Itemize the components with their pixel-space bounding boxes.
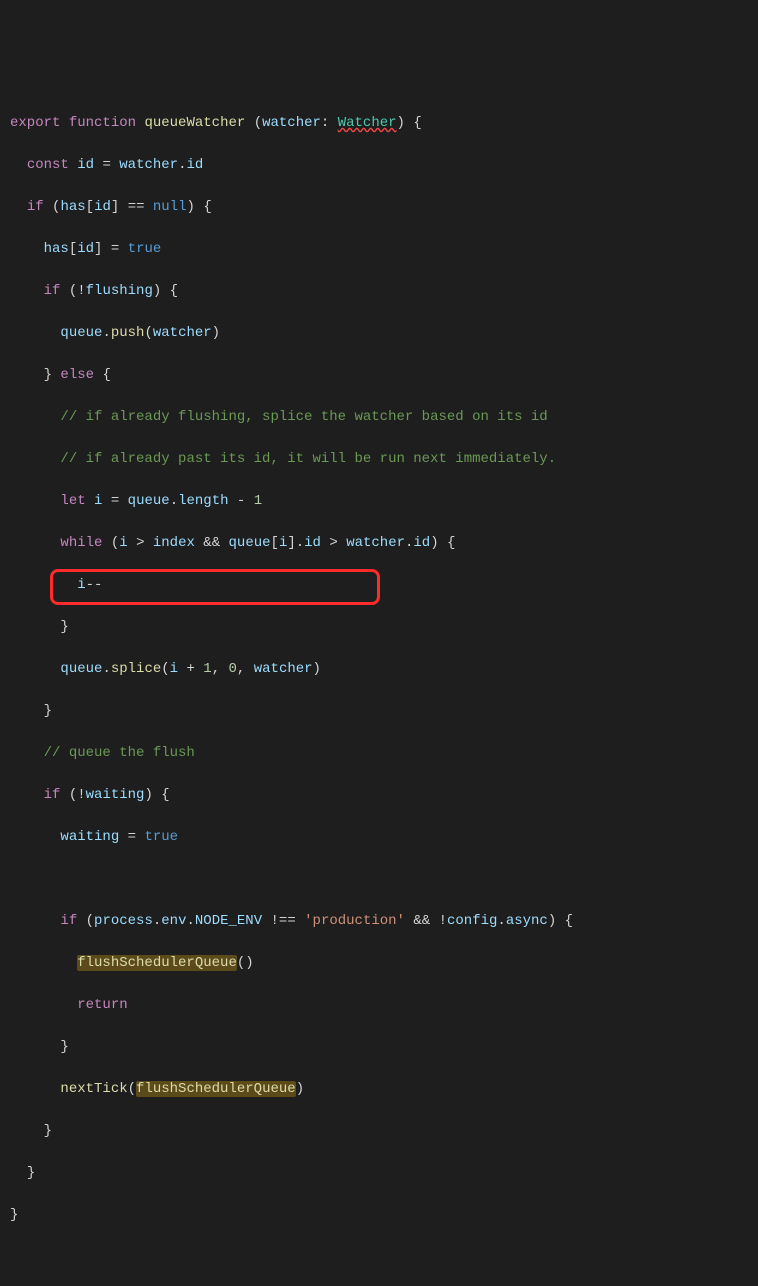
code-line: } <box>10 1121 748 1142</box>
code-line: nextTick(flushSchedulerQueue) <box>10 1079 748 1100</box>
code-line: } <box>10 1205 748 1226</box>
type-ref: Watcher <box>338 115 397 131</box>
code-line: export function queueWatcher (watcher: W… <box>10 113 748 134</box>
code-editor[interactable]: export function queueWatcher (watcher: W… <box>10 92 748 1268</box>
code-line: } <box>10 1163 748 1184</box>
code-line: queue.push(watcher) <box>10 323 748 344</box>
code-line: has[id] = true <box>10 239 748 260</box>
code-line: if (!flushing) { <box>10 281 748 302</box>
code-line: } <box>10 617 748 638</box>
code-line: waiting = true <box>10 827 748 848</box>
highlight-symbol: flushSchedulerQueue <box>77 955 237 971</box>
code-line: queue.splice(i + 1, 0, watcher) <box>10 659 748 680</box>
code-line: // queue the flush <box>10 743 748 764</box>
code-line <box>10 869 748 890</box>
code-line: if (has[id] == null) { <box>10 197 748 218</box>
code-line: while (i > index && queue[i].id > watche… <box>10 533 748 554</box>
comment: // if already flushing, splice the watch… <box>60 409 547 425</box>
code-line: if (process.env.NODE_ENV !== 'production… <box>10 911 748 932</box>
fn-name: queueWatcher <box>144 115 245 131</box>
code-line: // if already flushing, splice the watch… <box>10 407 748 428</box>
code-line: if (!waiting) { <box>10 785 748 806</box>
code-line: let i = queue.length - 1 <box>10 491 748 512</box>
code-line: } else { <box>10 365 748 386</box>
code-line: return <box>10 995 748 1016</box>
code-line: const id = watcher.id <box>10 155 748 176</box>
code-line: i-- <box>10 575 748 596</box>
keyword-function: function <box>69 115 136 131</box>
highlight-symbol: flushSchedulerQueue <box>136 1081 296 1097</box>
keyword-export: export <box>10 115 60 131</box>
code-line: // if already past its id, it will be ru… <box>10 449 748 470</box>
code-line: flushSchedulerQueue() <box>10 953 748 974</box>
code-line: } <box>10 1037 748 1058</box>
comment: // queue the flush <box>44 745 195 761</box>
code-line: } <box>10 701 748 722</box>
comment: // if already past its id, it will be ru… <box>60 451 556 467</box>
